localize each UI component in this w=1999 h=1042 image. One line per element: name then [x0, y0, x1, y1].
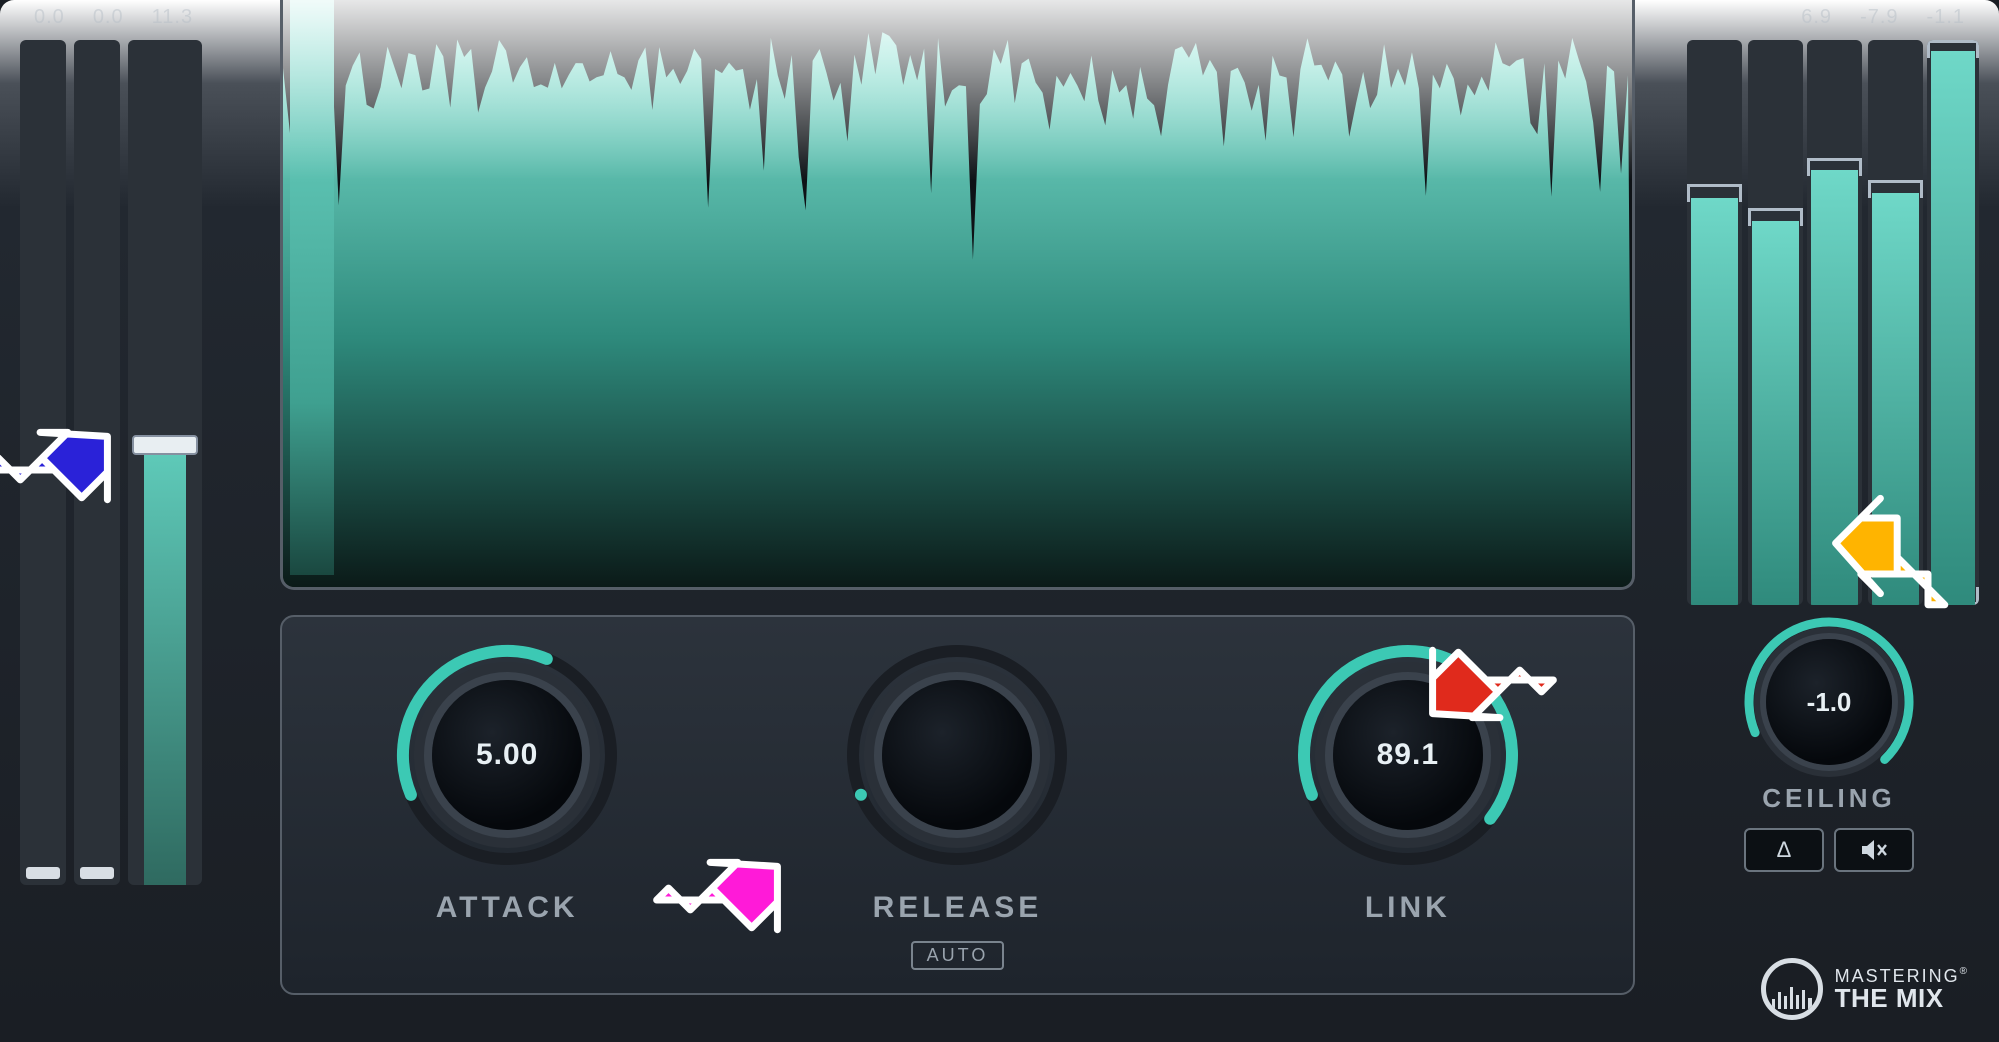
input-meter-section	[20, 40, 220, 885]
release-knob-group: RELEASE AUTO	[837, 635, 1077, 970]
release-label: RELEASE	[873, 891, 1043, 925]
attack-value: 5.00	[432, 680, 582, 830]
readout-in-r: 0.0	[93, 6, 124, 29]
output-meters	[1679, 40, 1979, 605]
limiter-plugin-window: 0.0 0.0 11.3 6.9 -7.9 -1.1	[0, 0, 1999, 1042]
attack-knob[interactable]: 5.00	[387, 635, 627, 875]
input-meter-l	[20, 40, 66, 885]
output-lufs-meter	[1927, 40, 1979, 605]
threshold-slider-track[interactable]	[128, 40, 202, 885]
output-peak-pair-2	[1807, 40, 1923, 605]
link-knob[interactable]: 89.1	[1288, 635, 1528, 875]
readout-out-l: 6.9	[1801, 6, 1832, 29]
readout-row-left: 0.0 0.0 11.3	[34, 6, 193, 29]
release-knob[interactable]	[837, 635, 1077, 875]
scope-gr-bar	[290, 0, 334, 575]
output-panel: -1.0 CEILING Δ	[1679, 40, 1979, 910]
link-value: 89.1	[1333, 680, 1483, 830]
readout-gr: 11.3	[152, 6, 193, 29]
logo-text: MASTERING® THE MIX	[1835, 967, 1969, 1011]
readout-row-right: 6.9 -7.9 -1.1	[1801, 6, 1965, 29]
brand-logo: MASTERING® THE MIX	[1761, 958, 1969, 1020]
threshold-slider-handle[interactable]	[132, 435, 198, 455]
output-buttons: Δ	[1679, 828, 1979, 872]
waveform-svg	[283, 0, 1632, 587]
mute-button[interactable]	[1834, 828, 1914, 872]
waveform-scope	[280, 0, 1635, 590]
readout-lufs: -1.1	[1927, 6, 1965, 29]
ceiling-value: -1.0	[1766, 639, 1892, 765]
link-knob-group: 89.1 LINK	[1288, 635, 1528, 925]
gain-reduction-fill	[144, 455, 186, 885]
attack-knob-group: 5.00 ATTACK	[387, 635, 627, 925]
input-meter-r	[74, 40, 120, 885]
link-label: LINK	[1365, 891, 1451, 925]
mute-icon	[1860, 838, 1888, 862]
attack-label: ATTACK	[436, 891, 579, 925]
output-peak-pair-1	[1687, 40, 1803, 605]
release-auto-badge[interactable]: AUTO	[911, 941, 1005, 970]
readout-out-r: -7.9	[1860, 6, 1898, 29]
release-value	[882, 680, 1032, 830]
delta-button[interactable]: Δ	[1744, 828, 1824, 872]
logo-icon	[1761, 958, 1823, 1020]
readout-in-l: 0.0	[34, 6, 65, 29]
knob-row: 5.00 ATTACK RELEASE AUTO 89.1 LINK	[280, 615, 1635, 995]
ceiling-knob[interactable]: -1.0	[1754, 627, 1904, 777]
